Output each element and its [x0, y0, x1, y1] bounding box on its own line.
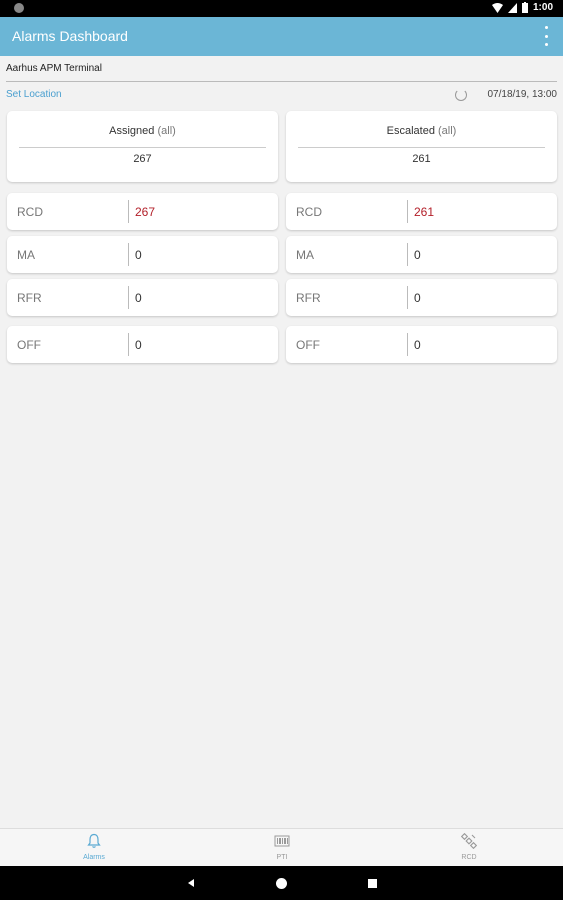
assigned-title: Assigned: [109, 125, 155, 137]
satellite-icon: [461, 833, 477, 849]
escalated-row-rcd[interactable]: RCD 261: [286, 193, 557, 230]
row-value: 267: [135, 205, 156, 219]
escalated-title: Escalated: [386, 125, 435, 137]
bottom-navigation: Alarms PTI RCD: [0, 828, 563, 867]
escalated-filter: (all): [438, 125, 457, 137]
barcode-icon: [274, 835, 290, 847]
divider: [19, 147, 266, 148]
escalated-row-rfr[interactable]: RFR 0: [286, 279, 557, 316]
row-label: MA: [17, 248, 35, 262]
app-bar: Alarms Dashboard: [0, 17, 563, 56]
assigned-summary-card[interactable]: Assigned (all) 267: [7, 111, 278, 182]
wifi-icon: [491, 2, 503, 13]
row-label: RFR: [296, 291, 321, 305]
escalated-total: 261: [412, 153, 431, 165]
overflow-menu-icon[interactable]: [543, 26, 549, 46]
last-updated-timestamp: 07/18/19, 13:00: [487, 89, 557, 100]
system-navigation-bar: [0, 866, 563, 900]
set-location-link[interactable]: Set Location: [6, 89, 62, 100]
nav-label: RCD: [461, 854, 477, 861]
row-label: MA: [296, 248, 314, 262]
assigned-total: 267: [133, 153, 152, 165]
home-icon[interactable]: [275, 877, 288, 890]
assigned-filter: (all): [157, 125, 176, 137]
assigned-row-ma[interactable]: MA 0: [7, 236, 278, 273]
nav-rcd[interactable]: RCD: [429, 829, 509, 867]
nav-alarms[interactable]: Alarms: [54, 829, 134, 867]
status-bar: 1:00: [0, 0, 563, 17]
row-label: OFF: [296, 338, 320, 352]
row-value: 0: [135, 338, 142, 352]
bell-icon: [87, 833, 101, 848]
row-value: 0: [414, 248, 421, 262]
row-label: RFR: [17, 291, 42, 305]
row-value: 0: [414, 291, 421, 305]
assigned-row-rfr[interactable]: RFR 0: [7, 279, 278, 316]
escalated-row-off[interactable]: OFF 0: [286, 326, 557, 363]
location-row: Set Location 07/18/19, 13:00: [6, 89, 557, 103]
terminal-name: Aarhus APM Terminal: [6, 63, 557, 82]
escalated-row-ma[interactable]: MA 0: [286, 236, 557, 273]
row-value: 0: [414, 338, 421, 352]
notification-icon: [14, 3, 24, 13]
nav-label: Alarms: [83, 854, 105, 861]
status-time: 1:00: [532, 2, 553, 13]
recents-icon[interactable]: [368, 879, 377, 888]
divider: [298, 147, 545, 148]
row-value: 0: [135, 291, 142, 305]
signal-icon: [507, 2, 517, 13]
assigned-row-off[interactable]: OFF 0: [7, 326, 278, 363]
row-label: RCD: [296, 205, 322, 219]
refresh-icon[interactable]: [455, 89, 467, 101]
battery-icon: [521, 2, 528, 13]
assigned-row-rcd[interactable]: RCD 267: [7, 193, 278, 230]
nav-pti[interactable]: PTI: [242, 829, 322, 867]
row-value: 261: [414, 205, 435, 219]
row-value: 0: [135, 248, 142, 262]
escalated-summary-card[interactable]: Escalated (all) 261: [286, 111, 557, 182]
back-icon[interactable]: [186, 878, 196, 888]
nav-label: PTI: [276, 854, 288, 861]
row-label: RCD: [17, 205, 43, 219]
app-title: Alarms Dashboard: [12, 28, 128, 44]
row-label: OFF: [17, 338, 41, 352]
